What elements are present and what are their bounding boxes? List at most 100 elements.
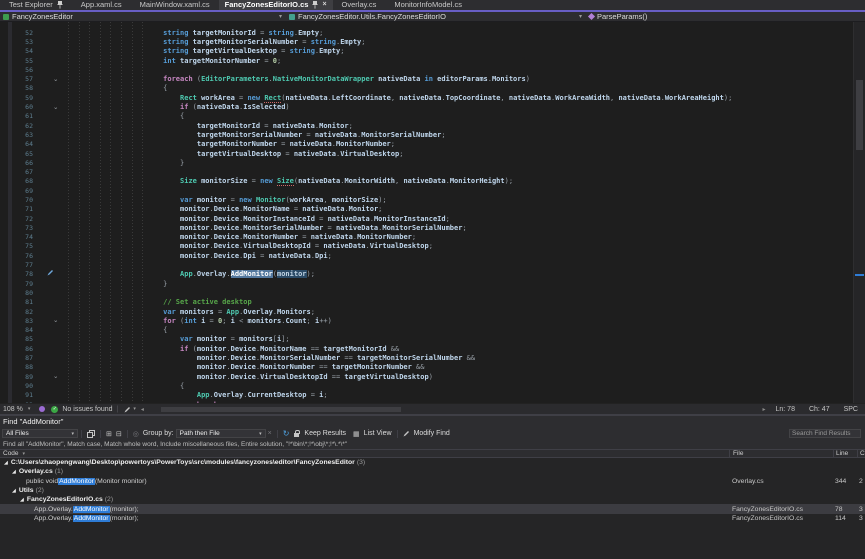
code-line-67[interactable]: 67 [0, 167, 853, 176]
code-line-59[interactable]: 59 Rect workArea = new Rect(nativeData.L… [0, 93, 853, 102]
code-line-85[interactable]: 85 var monitor = monitors[i]; [0, 335, 853, 344]
fold-collapse-icon[interactable]: ⌄ [40, 372, 62, 381]
list-view-button[interactable]: List View [364, 430, 392, 437]
code-line-52[interactable]: 52 string targetMonitorId = string.Empty… [0, 28, 853, 37]
horizontal-scrollbar[interactable] [147, 404, 760, 415]
match-highlight: AddMonitor [73, 506, 110, 513]
type-dropdown[interactable]: FancyZonesEditor.Utils.FancyZonesEditorI… [286, 12, 586, 21]
code-line-71[interactable]: 71 monitor.Device.MonitorName = nativeDa… [0, 205, 853, 214]
chevron-down-icon[interactable]: ▾ [279, 12, 282, 21]
search-find-results-input[interactable] [789, 429, 861, 438]
code-line-56[interactable]: 56 [0, 65, 853, 74]
code-editor[interactable]: 52 string targetMonitorId = string.Empty… [0, 22, 865, 403]
expander-icon[interactable]: ◢ [4, 460, 8, 466]
code-line-69[interactable]: 69 [0, 186, 853, 195]
code-line-81[interactable]: 81 // Set active desktop [0, 298, 853, 307]
line-number: 67 [0, 168, 40, 176]
expander-icon[interactable]: ◢ [12, 488, 16, 494]
scroll-left-icon[interactable]: ◂ [138, 406, 147, 413]
code-line-53[interactable]: 53 string targetMonitorSerialNumber = st… [0, 37, 853, 46]
code-line-86[interactable]: 86 if (monitor.Device.MonitorName == tar… [0, 344, 853, 353]
keep-results-button[interactable]: Keep Results [304, 430, 346, 437]
result-group-row[interactable]: ◢FancyZonesEditorIO.cs(2) [0, 495, 865, 504]
clear-results-icon[interactable]: × [268, 430, 272, 437]
fold-collapse-icon[interactable]: ⌄ [40, 103, 62, 112]
code-line-77[interactable]: 77 [0, 260, 853, 269]
result-match-row[interactable]: App.Overlay.AddMonitor(monitor);FancyZon… [0, 504, 865, 513]
result-match-row[interactable]: App.Overlay.AddMonitor(monitor);FancyZon… [0, 514, 865, 523]
tab-monitorinfomodel-cs[interactable]: MonitorInfoModel.cs [385, 0, 471, 10]
scrollbar-thumb[interactable] [161, 407, 401, 412]
scope-dropdown[interactable]: All Files ▾ [2, 429, 78, 438]
expander-icon[interactable]: ◢ [20, 497, 24, 503]
responsiveness-icon[interactable] [39, 406, 45, 412]
modify-find-button[interactable]: Modify Find [414, 430, 450, 437]
code-line-60[interactable]: 60⌄ if (nativeData.IsSelected) [0, 102, 853, 111]
vertical-scrollbar[interactable] [853, 22, 865, 403]
code-line-65[interactable]: 65 targetVirtualDesktop = nativeData.Vir… [0, 149, 853, 158]
column-header-code[interactable]: Code▾ [0, 450, 729, 457]
code-line-70[interactable]: 70 var monitor = new Monitor(workArea, m… [0, 195, 853, 204]
zoom-selector[interactable]: 108 % ▾ [0, 406, 33, 413]
tab-fancyzoneseditorio-cs[interactable]: FancyZonesEditorIO.cs× [219, 0, 333, 10]
code-line-62[interactable]: 62 targetMonitorId = nativeData.Monitor; [0, 121, 853, 130]
code-line-88[interactable]: 88 monitor.Device.MonitorNumber == targe… [0, 363, 853, 372]
column-header-line[interactable]: Line [833, 450, 857, 457]
tab-mainwindow-xaml-cs[interactable]: MainWindow.xaml.cs [131, 0, 219, 10]
code-line-83[interactable]: 83⌄ for (int i = 0; i < monitors.Count; … [0, 316, 853, 325]
expand-all-icon[interactable]: ⊞ [106, 430, 112, 438]
code-line-55[interactable]: 55 int targetMonitorNumber = 0; [0, 56, 853, 65]
code-line-66[interactable]: 66 } [0, 158, 853, 167]
code-line-73[interactable]: 73 monitor.Device.MonitorSerialNumber = … [0, 223, 853, 232]
scroll-right-icon[interactable]: ▸ [759, 406, 768, 413]
result-match-row[interactable]: public void AddMonitor(Monitor monitor)O… [0, 477, 865, 486]
code-line-87[interactable]: 87 monitor.Device.MonitorSerialNumber ==… [0, 353, 853, 362]
fold-collapse-icon[interactable]: ⌄ [40, 316, 62, 325]
column-header-file[interactable]: File [729, 450, 833, 457]
health-status-text[interactable]: No issues found [62, 406, 112, 413]
code-line-74[interactable]: 74 monitor.Device.MonitorNumber = native… [0, 233, 853, 242]
code-line-82[interactable]: 82 var monitors = App.Overlay.Monitors; [0, 307, 853, 316]
code-line-68[interactable]: 68 Size monitorSize = new Size(nativeDat… [0, 177, 853, 186]
code-line-54[interactable]: 54 string targetVirtualDesktop = string.… [0, 47, 853, 56]
pin-icon[interactable] [57, 1, 63, 9]
copy-results-icon[interactable] [87, 430, 95, 438]
result-group-row[interactable]: ◢Overlay.cs(1) [0, 467, 865, 476]
code-line-58[interactable]: 58 { [0, 84, 853, 93]
tab-test-explorer[interactable]: Test Explorer [0, 0, 72, 10]
ide-window: Test ExplorerApp.xaml.csMainWindow.xaml.… [0, 0, 865, 559]
chevron-down-icon[interactable]: ▾ [579, 12, 582, 21]
code-line-91[interactable]: 91 App.Overlay.CurrentDesktop = i; [0, 391, 853, 400]
collapse-all-icon[interactable]: ⊟ [116, 430, 122, 438]
code-line-76[interactable]: 76 monitor.Device.Dpi = nativeData.Dpi; [0, 251, 853, 260]
code-line-61[interactable]: 61 { [0, 112, 853, 121]
code-line-57[interactable]: 57⌄ foreach (EditorParameters.NativeMoni… [0, 74, 853, 83]
code-line-64[interactable]: 64 targetMonitorNumber = nativeData.Moni… [0, 140, 853, 149]
code-line-80[interactable]: 80 [0, 288, 853, 297]
project-dropdown[interactable]: FancyZonesEditor ▾ [0, 12, 286, 21]
settings-icon[interactable]: ◎ [133, 430, 139, 438]
result-group-row[interactable]: ◢Utils(2) [0, 486, 865, 495]
member-dropdown[interactable]: ParseParams() [586, 12, 647, 21]
result-group-row[interactable]: ◢C:\Users\zhaopengwang\Desktop\powertoys… [0, 458, 865, 467]
code-line-78[interactable]: 78 App.Overlay.AddMonitor(monitor); [0, 270, 853, 279]
pin-icon[interactable] [312, 1, 318, 9]
pen-options-icon[interactable]: ▾ [124, 406, 136, 413]
code-line-84[interactable]: 84 { [0, 326, 853, 335]
fold-collapse-icon[interactable]: ⌄ [40, 75, 62, 84]
code-line-75[interactable]: 75 monitor.Device.VirtualDesktopId = nat… [0, 242, 853, 251]
close-icon[interactable]: × [322, 0, 326, 10]
code-line-79[interactable]: 79 } [0, 279, 853, 288]
group-by-dropdown[interactable]: Path then File ▾ [176, 429, 266, 438]
code-line-89[interactable]: 89⌄ monitor.Device.VirtualDesktopId == t… [0, 372, 853, 381]
code-line-63[interactable]: 63 targetMonitorSerialNumber = nativeDat… [0, 130, 853, 139]
code-line-90[interactable]: 90 { [0, 381, 853, 390]
tab-app-xaml-cs[interactable]: App.xaml.cs [72, 0, 131, 10]
tab-overlay-cs[interactable]: Overlay.cs [333, 0, 386, 10]
expander-icon[interactable]: ◢ [12, 469, 16, 475]
code-line-72[interactable]: 72 monitor.Device.MonitorInstanceId = na… [0, 214, 853, 223]
line-number: 90 [0, 382, 40, 390]
refresh-icon[interactable]: ↻ [283, 429, 290, 438]
scrollbar-thumb[interactable] [856, 80, 863, 150]
column-header-col[interactable]: C [857, 450, 865, 457]
